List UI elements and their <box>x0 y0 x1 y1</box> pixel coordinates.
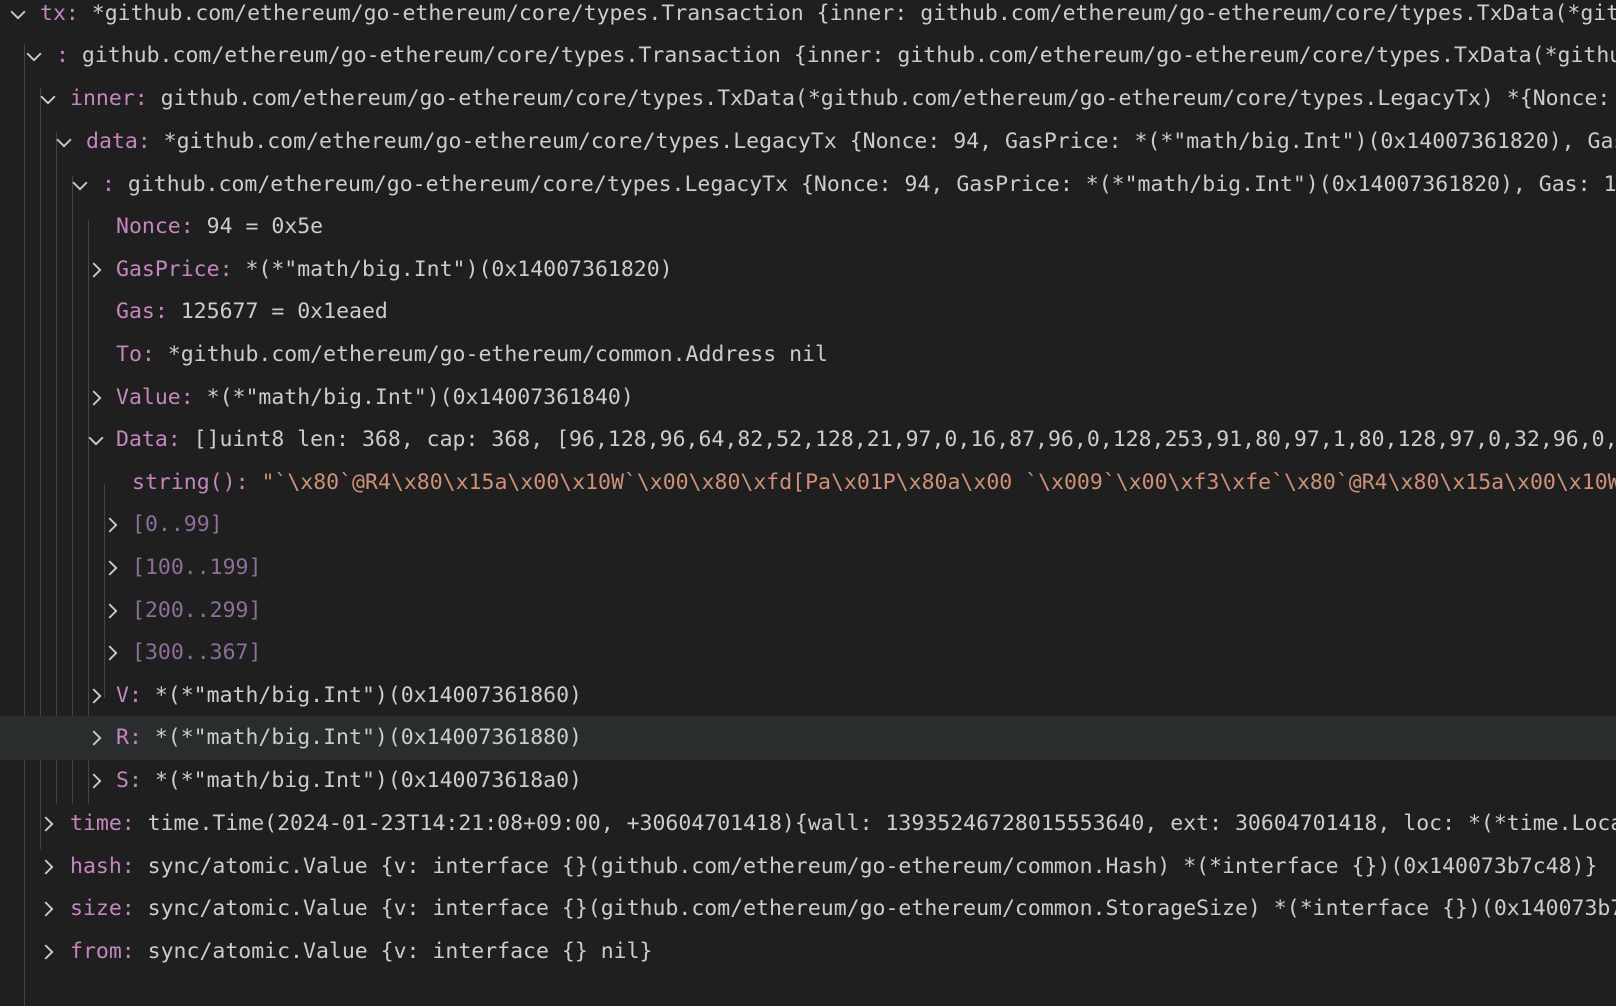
variable-row-range[interactable]: [100..199] <box>0 546 1616 590</box>
variable-value: 125677 = 0x1eaed <box>180 299 388 324</box>
chevron-down-icon[interactable] <box>4 0 32 36</box>
chevron-down-icon[interactable] <box>82 418 110 462</box>
range-label: [200..299] <box>132 598 262 623</box>
variable-name: string() <box>132 470 236 495</box>
variable-row-gas[interactable]: Gas: 125677 = 0x1eaed <box>0 290 1616 334</box>
chevron-down-icon[interactable] <box>34 77 62 121</box>
chevron-down-icon[interactable] <box>50 120 78 164</box>
variable-name: from <box>70 939 122 964</box>
variable-value: *(*"math/big.Int")(0x14007361860) <box>154 683 582 708</box>
variable-name: To <box>116 342 142 367</box>
variable-row-tx-deref[interactable]: : github.com/ethereum/go-ethereum/core/t… <box>0 34 1616 78</box>
variable-name: data <box>86 129 138 154</box>
variable-row-value[interactable]: Value: *(*"math/big.Int")(0x14007361840) <box>0 376 1616 420</box>
chevron-right-icon[interactable] <box>82 759 110 803</box>
variable-row-inner[interactable]: inner: github.com/ethereum/go-ethereum/c… <box>0 77 1616 121</box>
range-label: [100..199] <box>132 555 262 580</box>
variable-value: *(*"math/big.Int")(0x140073618a0) <box>154 768 582 793</box>
variable-name: tx <box>40 1 66 26</box>
variable-value: 94 = 0x5e <box>206 214 324 239</box>
variable-value: github.com/ethereum/go-ethereum/core/typ… <box>81 43 1616 68</box>
chevron-right-icon[interactable] <box>34 930 62 974</box>
chevron-right-icon[interactable] <box>34 887 62 931</box>
chevron-right-icon[interactable] <box>98 631 126 675</box>
variable-row-time[interactable]: time: time.Time(2024-01-23T14:21:08+09:0… <box>0 802 1616 846</box>
variable-value: *github.com/ethereum/go-ethereum/core/ty… <box>91 1 1616 26</box>
variable-row-data-field[interactable]: Data: []uint8 len: 368, cap: 368, [96,12… <box>0 418 1616 462</box>
variable-name: hash <box>70 854 122 879</box>
variable-row-from[interactable]: from: sync/atomic.Value {v: interface {}… <box>0 930 1616 974</box>
variable-row-range[interactable]: [0..99] <box>0 503 1616 547</box>
variable-row-range[interactable]: [300..367] <box>0 631 1616 675</box>
variable-name: Data <box>116 427 168 452</box>
variable-name: R <box>116 725 129 750</box>
variable-value: []uint8 len: 368, cap: 368, [96,128,96,6… <box>193 427 1616 452</box>
chevron-right-icon[interactable] <box>34 802 62 846</box>
variable-row-data-deref[interactable]: : github.com/ethereum/go-ethereum/core/t… <box>0 163 1616 207</box>
variable-value: sync/atomic.Value {v: interface {}(githu… <box>147 896 1616 921</box>
variable-name: GasPrice <box>116 257 220 282</box>
variable-value: *(*"math/big.Int")(0x14007361840) <box>206 385 634 410</box>
variable-value: "`\x80`@R4\x80\x15a\x00\x10W`\x00\x80\xf… <box>261 470 1616 495</box>
variable-row-tx[interactable]: tx: *github.com/ethereum/go-ethereum/cor… <box>0 0 1616 36</box>
chevron-right-icon[interactable] <box>82 376 110 420</box>
variable-name: inner <box>70 86 135 111</box>
variable-row-s[interactable]: S: *(*"math/big.Int")(0x140073618a0) <box>0 759 1616 803</box>
range-label: [0..99] <box>132 512 223 537</box>
variable-value: *(*"math/big.Int")(0x14007361880) <box>154 725 582 750</box>
variable-value: time.Time(2024-01-23T14:21:08+09:00, +30… <box>147 811 1616 836</box>
variable-value: github.com/ethereum/go-ethereum/core/typ… <box>160 86 1616 111</box>
variable-name: S <box>116 768 129 793</box>
chevron-right-icon[interactable] <box>34 845 62 889</box>
variable-name: Value <box>116 385 181 410</box>
variable-value: github.com/ethereum/go-ethereum/core/typ… <box>127 172 1616 197</box>
variables-tree: tx: *github.com/ethereum/go-ethereum/cor… <box>0 0 1616 1006</box>
chevron-right-icon[interactable] <box>98 546 126 590</box>
variable-row-r[interactable]: R: *(*"math/big.Int")(0x14007361880) <box>0 716 1616 760</box>
variable-name: size <box>70 896 122 921</box>
chevron-right-icon[interactable] <box>82 674 110 718</box>
variable-name: Gas <box>116 299 155 324</box>
variable-value: sync/atomic.Value {v: interface {} nil} <box>147 939 653 964</box>
chevron-right-icon[interactable] <box>82 248 110 292</box>
variable-row-gasprice[interactable]: GasPrice: *(*"math/big.Int")(0x140073618… <box>0 248 1616 292</box>
variable-row-nonce[interactable]: Nonce: 94 = 0x5e <box>0 205 1616 249</box>
variable-row-hash[interactable]: hash: sync/atomic.Value {v: interface {}… <box>0 845 1616 889</box>
variable-row-data[interactable]: data: *github.com/ethereum/go-ethereum/c… <box>0 120 1616 164</box>
chevron-right-icon[interactable] <box>98 589 126 633</box>
chevron-right-icon[interactable] <box>98 503 126 547</box>
variable-row-string[interactable]: string(): "`\x80`@R4\x80\x15a\x00\x10W`\… <box>0 461 1616 505</box>
variable-row-to[interactable]: To: *github.com/ethereum/go-ethereum/com… <box>0 333 1616 377</box>
variable-name: time <box>70 811 122 836</box>
variable-name: V <box>116 683 129 708</box>
variable-value: sync/atomic.Value {v: interface {}(githu… <box>147 854 1598 879</box>
variable-value: *(*"math/big.Int")(0x14007361820) <box>245 257 673 282</box>
chevron-right-icon[interactable] <box>82 716 110 760</box>
variable-row-range[interactable]: [200..299] <box>0 589 1616 633</box>
variable-value: *github.com/ethereum/go-ethereum/common.… <box>167 342 828 367</box>
chevron-down-icon[interactable] <box>20 34 48 78</box>
variable-row-size[interactable]: size: sync/atomic.Value {v: interface {}… <box>0 887 1616 931</box>
variable-name: Nonce <box>116 214 181 239</box>
variable-value: *github.com/ethereum/go-ethereum/core/ty… <box>163 129 1616 154</box>
range-label: [300..367] <box>132 640 262 665</box>
chevron-down-icon[interactable] <box>66 163 94 207</box>
variable-row-v[interactable]: V: *(*"math/big.Int")(0x14007361860) <box>0 674 1616 718</box>
